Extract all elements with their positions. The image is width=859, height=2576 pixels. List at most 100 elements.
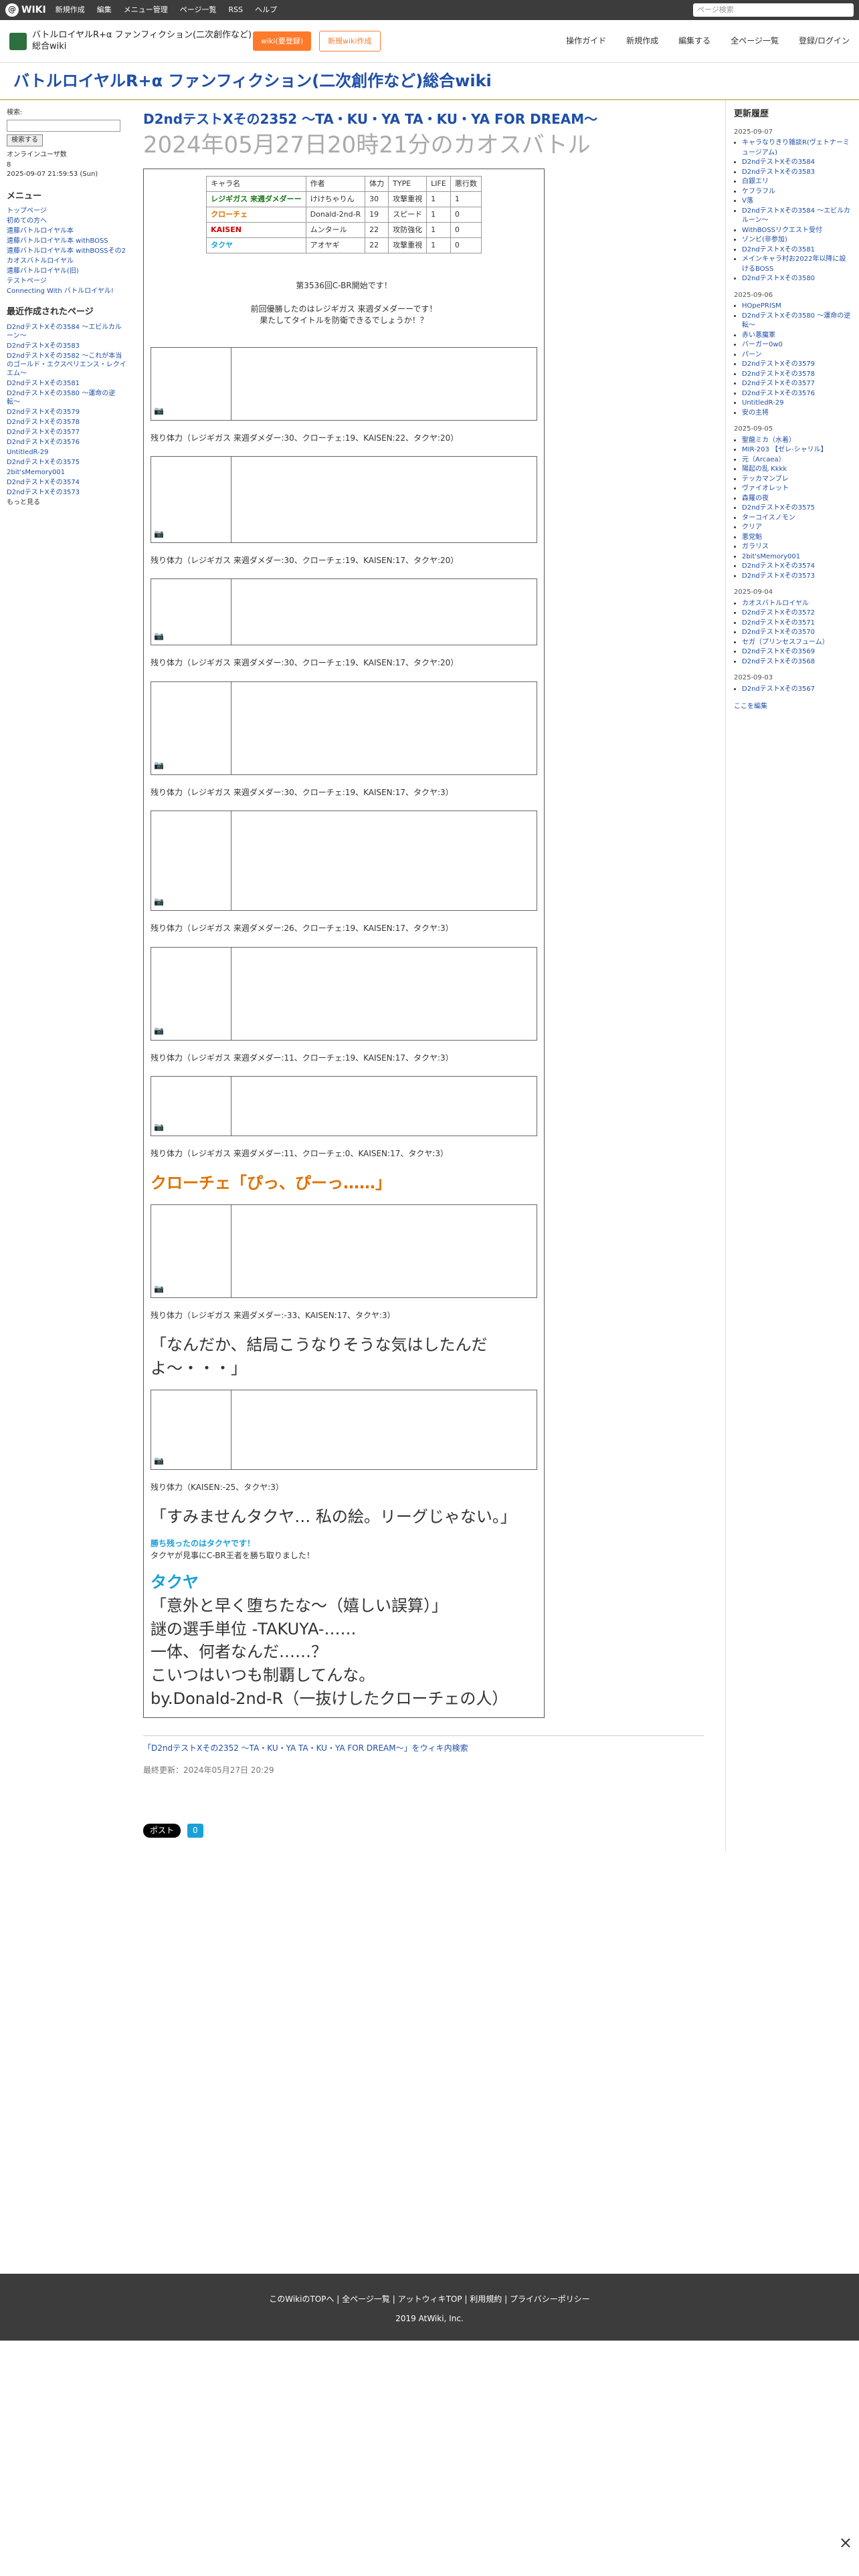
recent-item[interactable]: D2ndテストXその3583 xyxy=(7,342,127,350)
recent-item[interactable]: D2ndテストXその3574 xyxy=(7,478,127,487)
footer-link[interactable]: プライバシーポリシー xyxy=(510,2294,590,2304)
menu-item[interactable]: テストページ xyxy=(7,277,127,286)
menu-item[interactable]: カオスバトルロイヤル xyxy=(7,257,127,265)
menu-item[interactable]: トップページ xyxy=(7,207,127,215)
menu-item[interactable]: 遠藤バトルロイヤル(旧) xyxy=(7,267,127,276)
update-item[interactable]: MIR-203 【ゼレ-シャリル】 xyxy=(742,445,851,455)
menu-new[interactable]: 新規作成 xyxy=(56,5,85,15)
menu-rss[interactable]: RSS xyxy=(229,5,244,15)
update-item[interactable]: D2ndテストXその3572 xyxy=(742,609,851,619)
menu-item[interactable]: 遠藤バトルロイヤル本 withBOSSその2 xyxy=(7,247,127,255)
update-item[interactable]: クリア xyxy=(742,523,851,533)
update-item[interactable]: ガラリス xyxy=(742,542,851,552)
recent-item[interactable]: D2ndテストXその3579 xyxy=(7,408,127,417)
recent-item[interactable]: UntitledR-29 xyxy=(7,448,127,457)
close-icon[interactable]: × xyxy=(839,2531,852,2555)
menu-help[interactable]: ヘルプ xyxy=(255,5,277,15)
menu-item[interactable]: 遠藤バトルロイヤル本 xyxy=(7,227,127,235)
footer-link[interactable]: 利用規約 xyxy=(470,2294,502,2304)
wiki-button[interactable]: wiki(要登録) xyxy=(253,31,312,51)
nav-login[interactable]: 登録/ログイン xyxy=(799,35,850,47)
recent-item[interactable]: D2ndテストXその3580 〜運命の逆転〜 xyxy=(7,389,127,407)
sidebar-search-input[interactable] xyxy=(7,119,120,132)
recent-item[interactable]: 2bit'sMemory001 xyxy=(7,468,127,477)
update-item[interactable]: D2ndテストXその3570 xyxy=(742,628,851,638)
update-item[interactable]: V落 xyxy=(742,197,851,207)
nav-guide[interactable]: 操作ガイド xyxy=(566,35,606,47)
update-item[interactable]: D2ndテストXその3584 xyxy=(742,158,851,168)
update-item[interactable]: 赤い悪魔軍 xyxy=(742,331,851,341)
site-header-title[interactable]: バトルロイヤルR+α ファンフィクション(二次創作など)総合wiki xyxy=(32,30,253,53)
update-item[interactable]: バーガー0w0 xyxy=(742,340,851,350)
site-title[interactable]: バトルロイヤルR+α ファンフィクション(二次創作など)総合wiki xyxy=(13,70,492,93)
update-item[interactable]: D2ndテストXその3576 xyxy=(742,389,851,399)
edit-here-link[interactable]: ここを編集 xyxy=(734,702,851,712)
update-item[interactable]: D2ndテストXその3584 〜エビルカルーン〜 xyxy=(742,207,851,226)
recent-item[interactable]: D2ndテストXその3581 xyxy=(7,379,127,388)
update-item[interactable]: ゾンビ(非参加) xyxy=(742,235,851,245)
update-item[interactable]: D2ndテストXその3575 xyxy=(742,504,851,514)
update-item[interactable]: セガ（プリンセスフューム） xyxy=(742,638,851,648)
recent-item[interactable]: D2ndテストXその3575 xyxy=(7,458,127,467)
update-item[interactable]: HOpePRISM xyxy=(742,302,851,312)
nav-new[interactable]: 新規作成 xyxy=(626,35,658,47)
footer-link[interactable]: アットウィキTOP xyxy=(398,2294,462,2304)
update-item[interactable]: D2ndテストXその3578 xyxy=(742,370,851,380)
more-link[interactable]: もっと見る xyxy=(7,498,127,508)
footer-link[interactable]: このWikiのTOPへ xyxy=(269,2294,334,2304)
update-item[interactable]: D2ndテストXその3583 xyxy=(742,168,851,178)
update-item[interactable]: D2ndテストXその3580 〜運命の逆転〜 xyxy=(742,312,851,331)
update-item[interactable]: 2bit'sMemory001 xyxy=(742,552,851,562)
site-logo-icon[interactable] xyxy=(9,32,27,50)
page-search-input[interactable]: ページ検索 xyxy=(693,3,854,17)
update-item[interactable]: WithBOSSリクエスト受付 xyxy=(742,226,851,236)
update-item[interactable]: 白銀エリ xyxy=(742,177,851,187)
update-item[interactable]: UntitledR-29 xyxy=(742,399,851,409)
update-item[interactable]: D2ndテストXその3574 xyxy=(742,562,851,572)
update-item[interactable]: D2ndテストXその3571 xyxy=(742,619,851,629)
recent-item[interactable]: D2ndテストXその3582 〜これが本当のゴールド・エクスペリエンス・レクイエ… xyxy=(7,352,127,378)
update-item[interactable]: D2ndテストXその3579 xyxy=(742,360,851,370)
update-item[interactable]: ヴァイオレット xyxy=(742,484,851,494)
update-item[interactable]: D2ndテストXその3577 xyxy=(742,379,851,389)
atwiki-logo[interactable]: @ WIKI xyxy=(5,3,46,17)
footer-link[interactable]: 全ページ一覧 xyxy=(342,2294,390,2304)
nav-edit[interactable]: 編集する xyxy=(678,35,710,47)
update-item[interactable]: D2ndテストXその3567 xyxy=(742,685,851,695)
update-item[interactable]: ターコイスノモン xyxy=(742,514,851,524)
recent-item[interactable]: D2ndテストXその3578 xyxy=(7,418,127,427)
recent-item[interactable]: D2ndテストXその3584 〜エビルカルーン〜 xyxy=(7,323,127,340)
update-item[interactable]: 森羅の夜 xyxy=(742,494,851,504)
menu-manage[interactable]: メニュー管理 xyxy=(124,5,168,15)
menu-edit[interactable]: 編集 xyxy=(97,5,112,15)
update-item[interactable]: D2ndテストXその3569 xyxy=(742,647,851,657)
update-item[interactable]: D2ndテストXその3581 xyxy=(742,245,851,255)
sidebar-search-button[interactable]: 検索する xyxy=(7,134,43,146)
update-item[interactable]: ケフラフル xyxy=(742,187,851,197)
update-item[interactable]: D2ndテストXその3573 xyxy=(742,572,851,582)
menu-item[interactable]: 遠藤バトルロイヤル本 withBOSS xyxy=(7,237,127,245)
recent-item[interactable]: D2ndテストXその3573 xyxy=(7,488,127,497)
update-item[interactable]: メインキャラ村お2022年以降に設けるBOSS xyxy=(742,255,851,274)
update-item[interactable]: 聖龍ミカ（水着） xyxy=(742,436,851,446)
update-item[interactable]: 悪党魁 xyxy=(742,533,851,543)
wiki-search-link[interactable]: 「D2ndテストXその2352 〜TA・KU・YA TA・KU・YA FOR D… xyxy=(143,1735,704,1754)
recent-item[interactable]: D2ndテストXその3576 xyxy=(7,438,127,447)
update-item[interactable]: D2ndテストXその3580 xyxy=(742,274,851,284)
update-item[interactable]: キャラなりきり雑談R(ヴェトナーミュージアム) xyxy=(742,138,851,158)
update-item[interactable]: 元（Arcaea） xyxy=(742,455,851,465)
new-wiki-button[interactable]: 新規wiki作成 xyxy=(319,30,381,52)
update-item[interactable]: 安の主将 xyxy=(742,409,851,419)
like-button[interactable]: 0 xyxy=(187,1823,203,1838)
update-item[interactable]: D2ndテストXその3568 xyxy=(742,657,851,667)
update-item[interactable]: 陽起の乱 Kkkk xyxy=(742,465,851,475)
recent-item[interactable]: D2ndテストXその3577 xyxy=(7,428,127,437)
menu-pages[interactable]: ページ一覧 xyxy=(180,5,217,15)
update-item[interactable]: テッカマンブレ xyxy=(742,475,851,485)
menu-item[interactable]: 初めての方へ xyxy=(7,217,127,225)
tweet-button[interactable]: ポスト xyxy=(143,1823,181,1838)
menu-item[interactable]: Connecting With バトルロイヤル! xyxy=(7,287,127,296)
nav-all[interactable]: 全ページ一覧 xyxy=(731,35,779,47)
update-item[interactable]: パーン xyxy=(742,350,851,360)
update-item[interactable]: カオスバトルロイヤル xyxy=(742,599,851,609)
